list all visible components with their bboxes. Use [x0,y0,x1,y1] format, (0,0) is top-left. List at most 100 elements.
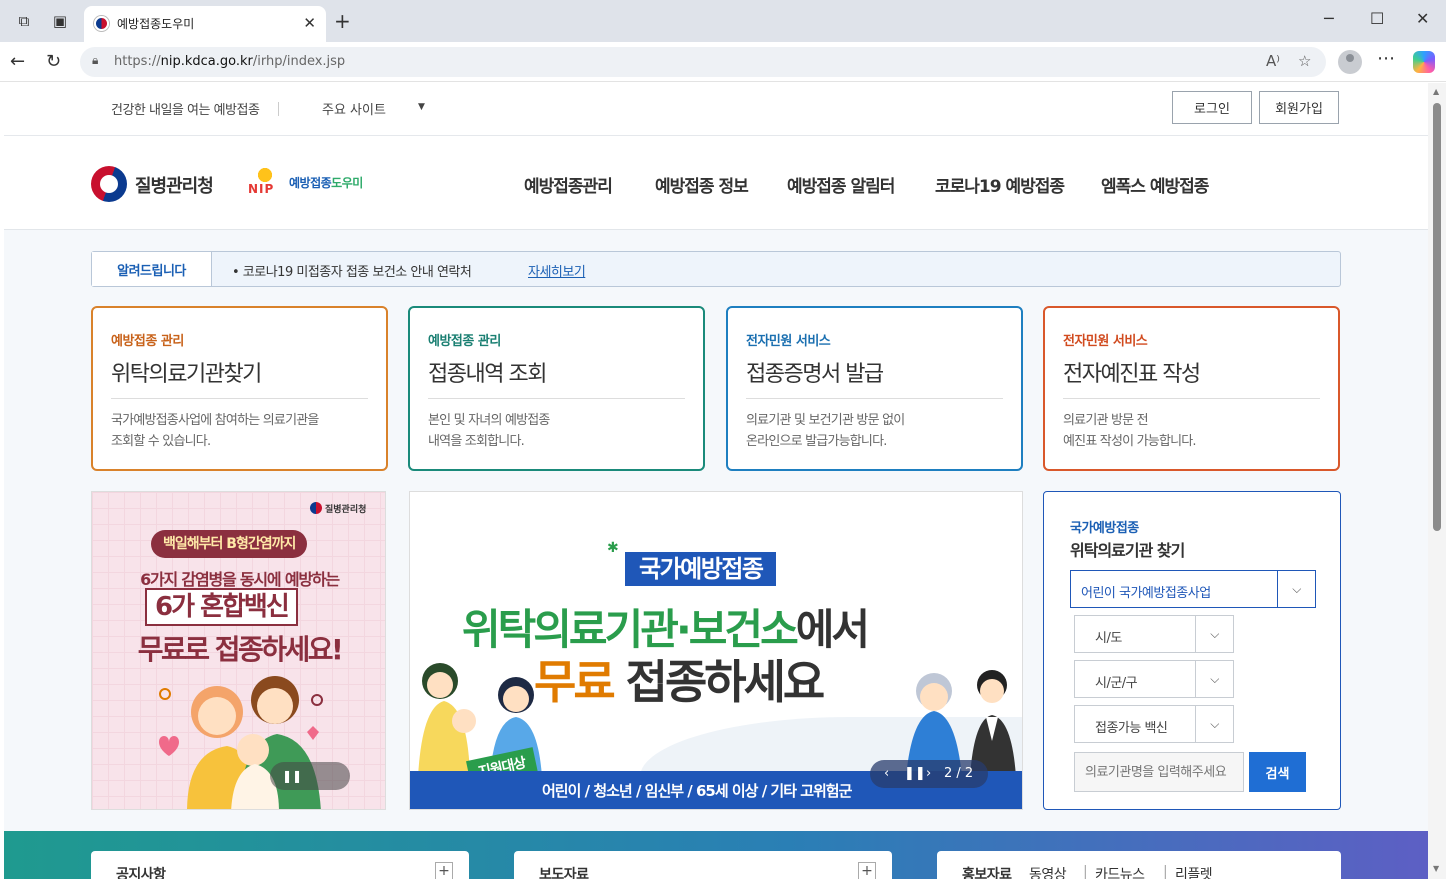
utility-bar: 건강한 내일을 여는 예방접종 주요 사이트 ▼ 로그인 회원가입 [4,83,1428,136]
site-header: 질병관리청 NIP 예방접종도우미 예방접종관리 예방접종 정보 예방접종 알림… [4,136,1428,230]
card-e-questionnaire[interactable]: 전자민원 서비스 전자예진표 작성 의료기관 방문 전 예진표 작성이 가능합니다… [1043,306,1340,471]
page-viewport: 건강한 내일을 여는 예방접종 주요 사이트 ▼ 로그인 회원가입 질병관리청 … [4,83,1428,879]
sido-select[interactable]: 시/도 ⌵ [1074,615,1234,653]
more-menu-icon[interactable]: ⋯ [1377,48,1395,69]
reload-icon[interactable]: ↻ [46,51,61,72]
divider [428,398,685,399]
notice-board: 공지사항 + [91,851,469,879]
url-field[interactable]: 🔒︎ https://nip.kdca.go.kr/irhp/index.jsp… [80,47,1326,77]
notice-board-title[interactable]: 공지사항 [116,864,166,879]
press-board-title[interactable]: 보도자료 [539,864,589,879]
kdca-logo-icon[interactable] [91,166,127,202]
nip-logo-icon[interactable]: NIP [246,160,286,202]
prev-slide-icon[interactable]: ‹ [884,760,889,788]
card-title: 접종내역 조회 [428,362,547,387]
banner-line: 6가지 감염병을 동시에 예방하는 [140,570,340,589]
pause-icon[interactable]: ❚❚ [904,760,926,788]
tab-promo[interactable]: 홍보자료 [962,864,1012,879]
scrollbar-thumb[interactable] [1433,103,1441,531]
tab-title: 예방접종도우미 [117,17,195,31]
card-title: 접종증명서 발급 [746,362,884,387]
more-plus-icon[interactable]: + [858,862,876,879]
divider [746,398,1003,399]
finder-title: 위탁의료기관 찾기 [1070,541,1185,560]
more-plus-icon[interactable]: + [435,862,453,879]
hexavalent-vaccine-banner[interactable]: 질병관리청 백일해부터 B형간염까지 6가지 감염병을 동시에 예방하는 6가 … [91,491,386,810]
lock-icon: 🔒︎ [92,53,99,67]
site-slogan: 건강한 내일을 여는 예방접종 [111,103,260,118]
close-tab-icon[interactable]: ✕ [303,14,316,32]
banner-highlight: 6가 혼합백신 [145,588,298,626]
back-icon[interactable]: ← [10,51,25,72]
program-select[interactable]: 어린이 국가예방접종사업 ⌵ [1070,570,1316,608]
card-desc: 국가예방접종사업에 참여하는 의료기관을 조회할 수 있습니다. [111,413,319,449]
notice-text[interactable]: • 코로나19 미접종자 접종 보건소 안내 연락처 [232,261,472,280]
gnb-vaccination-info[interactable]: 예방접종 정보 [655,172,749,197]
nip-site-name[interactable]: 예방접종도우미 [289,174,363,191]
chevron-down-icon[interactable]: ⌵ [1277,571,1315,607]
chevron-down-icon[interactable]: ⌵ [1195,661,1233,697]
card-find-clinic[interactable]: 예방접종 관리 위탁의료기관찾기 국가예방접종사업에 참여하는 의료기관을 조회할… [91,306,388,471]
browser-tab-active[interactable]: 예방접종도우미 ✕ [84,6,326,42]
scroll-up-icon[interactable]: ▲ [1433,87,1439,96]
scroll-down-icon[interactable]: ▼ [1433,864,1439,873]
caret-down-icon[interactable]: ▼ [418,102,425,112]
card-certificate[interactable]: 전자민원 서비스 접종증명서 발급 의료기관 및 보건기관 방문 없이 온라인으로… [726,306,1023,471]
gnb-covid19-vaccination[interactable]: 코로나19 예방접종 [935,172,1065,197]
vertical-tabs-icon[interactable]: ▣ [50,11,70,31]
banner-kdca-logo: 질병관리청 [310,502,366,515]
copilot-icon[interactable] [1413,51,1435,73]
chevron-down-icon[interactable]: ⌵ [1195,706,1233,742]
tab-leaflet[interactable]: 리플렛 [1175,864,1213,879]
favorite-star-icon[interactable]: ☆ [1298,52,1311,70]
kdca-name[interactable]: 질병관리청 [135,172,214,198]
vaccine-select-value: 접종가능 백신 [1095,721,1168,736]
notice-label: 알려드립니다 [92,252,212,286]
new-tab-icon[interactable]: + [334,9,351,33]
card-title: 위탁의료기관찾기 [111,362,262,387]
card-history-lookup[interactable]: 예방접종 관리 접종내역 조회 본인 및 자녀의 예방접종 내역을 조회합니다. [408,306,705,471]
signup-button[interactable]: 회원가입 [1259,91,1339,124]
divider [278,102,279,116]
workspaces-icon[interactable]: ⧉ [14,11,34,31]
maximize-icon[interactable]: ☐ [1370,9,1384,28]
clinic-name-input[interactable] [1074,752,1244,792]
carousel-pause-button[interactable]: ❚❚ [270,762,350,790]
tab-separator: | [1083,864,1088,879]
finder-subtitle: 국가예방접종 [1070,521,1139,536]
read-aloud-icon[interactable]: A⁾ [1266,52,1280,70]
sigungu-select[interactable]: 시/군/구 ⌵ [1074,660,1234,698]
banner-headline: 무료 접종하세요 [534,655,825,709]
notice-detail-link[interactable]: 자세히보기 [528,261,586,280]
minimize-icon[interactable]: ─ [1324,9,1334,28]
profile-avatar[interactable] [1338,50,1362,74]
gnb-mpox-vaccination[interactable]: 엠폭스 예방접종 [1101,172,1209,197]
vaccine-select[interactable]: 접종가능 백신 ⌵ [1074,705,1234,743]
card-category: 전자민원 서비스 [746,334,831,349]
card-desc: 본인 및 자녀의 예방접종 내역을 조회합니다. [428,413,550,449]
next-slide-icon[interactable]: › [926,760,931,788]
card-desc: 의료기관 및 보건기관 방문 없이 온라인으로 발급가능합니다. [746,413,905,449]
gnb-vaccination-news[interactable]: 예방접종 알림터 [787,172,895,197]
page-scrollbar[interactable]: ▲ ▼ [1428,83,1446,879]
card-category: 전자민원 서비스 [1063,334,1148,349]
card-category: 예방접종 관리 [111,334,184,349]
close-window-icon[interactable]: ✕ [1416,9,1429,28]
gnb-vaccination-management[interactable]: 예방접종관리 [524,172,613,197]
banner-line: 무료로 접종하세요! [137,633,344,666]
search-button[interactable]: 검색 [1249,752,1306,792]
notice-bar: 알려드립니다 • 코로나19 미접종자 접종 보건소 안내 연락처 자세히보기 [91,251,1341,287]
tab-video[interactable]: 동영상 [1029,864,1067,879]
tab-card-news[interactable]: 카드뉴스 [1095,864,1145,879]
chevron-down-icon[interactable]: ⌵ [1195,616,1233,652]
divider [1063,398,1320,399]
banner-badge: 국가예방접종 [625,552,777,586]
national-vaccination-banner[interactable]: ✱ 국가예방접종 위탁의료기관·보건소에서 무료 접종하세요 지원대상 어린이 … [409,491,1023,810]
tab-separator: | [1163,864,1168,879]
slide-pager: 2 / 2 [944,766,974,781]
login-button[interactable]: 로그인 [1172,91,1252,124]
main-sites-dropdown[interactable]: 주요 사이트 [322,99,386,118]
url-text: https://nip.kdca.go.kr/irhp/index.jsp [114,54,346,69]
sido-select-value: 시/도 [1095,631,1122,646]
card-desc: 의료기관 방문 전 예진표 작성이 가능합니다. [1063,413,1197,449]
